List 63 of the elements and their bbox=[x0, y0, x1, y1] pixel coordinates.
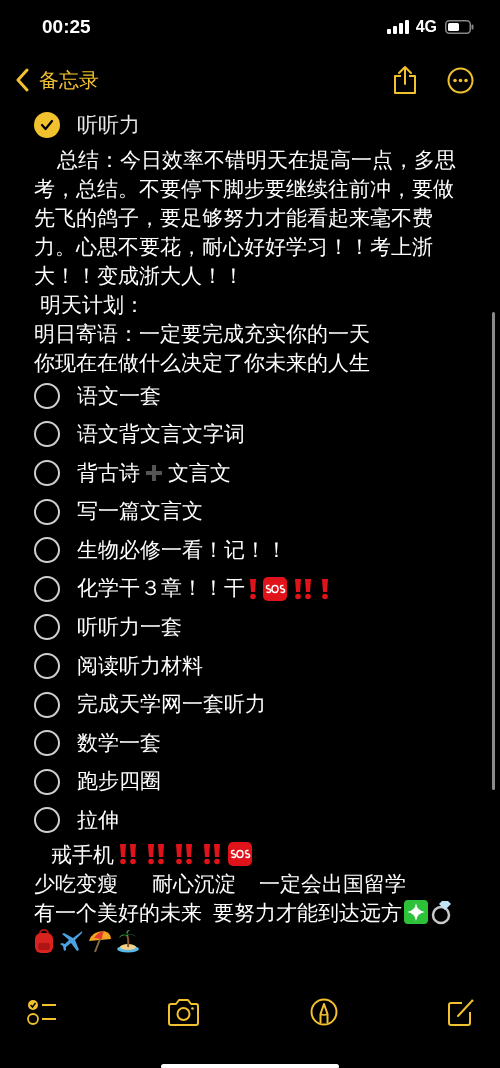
status-time: 00:25 bbox=[42, 14, 91, 39]
pen-markup-icon[interactable] bbox=[310, 998, 338, 1026]
more-icon[interactable] bbox=[447, 66, 474, 94]
checkbox[interactable] bbox=[34, 807, 60, 834]
sos-icon bbox=[263, 576, 287, 601]
checklist-item-text: 听听力一套 bbox=[77, 614, 182, 641]
back-icon bbox=[15, 68, 29, 92]
checkbox[interactable] bbox=[34, 421, 60, 448]
compose-icon[interactable] bbox=[448, 998, 474, 1026]
airplane-icon bbox=[60, 929, 84, 954]
checklist-item-text: 听听力 bbox=[77, 111, 140, 138]
note-text: 总结：今日效率不错明天在提高一点，多思考，总结。不要停下脚步要继续往前冲，要做先飞的鸽子，要足够努力才能看起来毫不费力。心思不要花，耐心好好学习！！考上浙大！！变成浙大人！！ bbox=[34, 146, 457, 289]
double-exclamation-icon bbox=[147, 843, 166, 866]
double-exclamation-icon bbox=[203, 843, 222, 866]
note-text: 你现在在做什么决定了你未来的人生 bbox=[34, 349, 371, 376]
checkbox[interactable] bbox=[34, 691, 60, 718]
checkbox[interactable] bbox=[34, 575, 60, 602]
checklist-item-text: 背古诗 bbox=[77, 459, 140, 486]
checkbox[interactable] bbox=[34, 382, 60, 409]
plus-icon bbox=[144, 463, 164, 484]
battery-icon bbox=[445, 20, 474, 34]
camera-icon[interactable] bbox=[167, 998, 200, 1026]
checklist-item-text: 生物必修一看！记！！ bbox=[77, 536, 287, 563]
checklist-icon[interactable] bbox=[27, 998, 57, 1026]
checkbox[interactable] bbox=[34, 653, 60, 680]
double-exclamation-icon bbox=[119, 843, 138, 866]
beach-umbrella-icon bbox=[88, 929, 112, 954]
network-type: 4G bbox=[415, 17, 437, 37]
checklist-item-text: 阅读听力材料 bbox=[77, 652, 203, 679]
sos-icon bbox=[228, 842, 253, 867]
note-text: 戒手机 bbox=[50, 841, 115, 868]
checkbox[interactable] bbox=[34, 614, 60, 641]
note-text: 有一个美好的未来 要努力才能到达远方 bbox=[34, 899, 403, 926]
back-button[interactable]: 备忘录 bbox=[15, 65, 99, 95]
note-text: 明日寄语：一定要完成充实你的一天 bbox=[34, 320, 371, 347]
checklist-item-text: 语文背文言文字词 bbox=[77, 421, 245, 448]
double-exclamation-icon bbox=[175, 843, 194, 866]
checklist-item-text: 化学干３章！！干 bbox=[77, 575, 245, 602]
checklist-item-text: 数学一套 bbox=[77, 729, 161, 756]
checkbox[interactable] bbox=[34, 460, 60, 487]
checklist-item-text: 写一篇文言文 bbox=[77, 498, 203, 525]
checkbox[interactable] bbox=[34, 768, 60, 795]
scrollbar[interactable] bbox=[492, 312, 495, 790]
exclamation-icon bbox=[320, 577, 330, 600]
checkbox[interactable] bbox=[34, 730, 60, 757]
signal-icon bbox=[386, 20, 409, 34]
checklist-item-text: 跑步四圈 bbox=[77, 768, 161, 795]
checklist-item-text: 语文一套 bbox=[77, 382, 161, 409]
note-text: 明天计划： bbox=[38, 291, 146, 318]
note-text: 少吃变瘦 耐心沉淀 一定会出国留学 bbox=[34, 870, 407, 897]
exclamation-icon bbox=[248, 577, 258, 600]
checkmark-icon bbox=[40, 119, 54, 132]
checklist-item-text: 拉伸 bbox=[77, 807, 119, 834]
checklist-item-text: 文言文 bbox=[168, 459, 231, 486]
sparkle-icon bbox=[404, 900, 429, 925]
share-icon[interactable] bbox=[393, 65, 417, 95]
double-exclamation-icon bbox=[294, 577, 312, 600]
checkbox[interactable] bbox=[34, 112, 60, 139]
checkbox[interactable] bbox=[34, 498, 60, 525]
backpack-icon bbox=[34, 929, 54, 954]
checkbox[interactable] bbox=[34, 537, 60, 564]
checklist-item-text: 完成天学网一套听力 bbox=[77, 691, 266, 718]
island-icon bbox=[116, 929, 140, 954]
